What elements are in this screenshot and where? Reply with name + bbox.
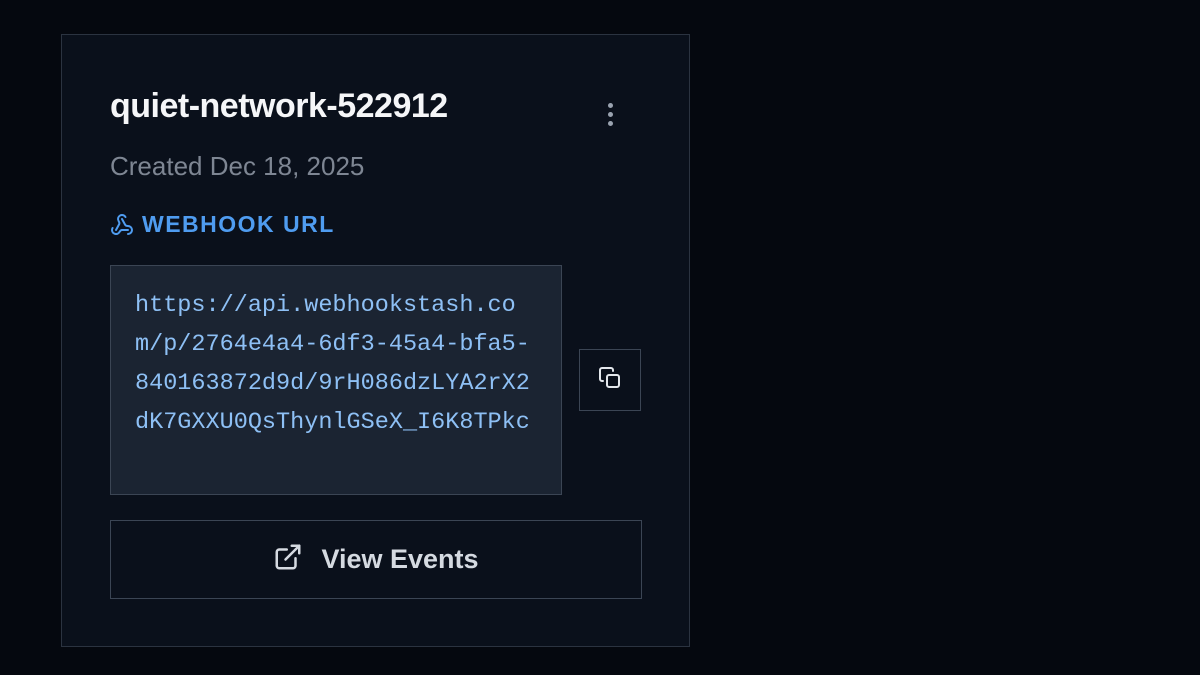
external-link-icon bbox=[273, 542, 303, 577]
webhook-icon bbox=[110, 213, 134, 237]
copy-url-button[interactable] bbox=[579, 349, 641, 411]
copy-icon bbox=[598, 366, 622, 395]
webhook-url-text[interactable]: https://api.webhookstash.com/p/2764e4a4-… bbox=[135, 286, 537, 442]
endpoint-title: quiet-network-522912 bbox=[110, 87, 448, 125]
view-events-label: View Events bbox=[321, 544, 479, 574]
webhook-url-heading: WEBHOOK URL bbox=[110, 211, 335, 238]
webhook-url-label: WEBHOOK URL bbox=[142, 211, 335, 237]
created-date: Created Dec 18, 2025 bbox=[110, 151, 365, 181]
more-options-button[interactable] bbox=[597, 99, 623, 129]
view-events-button[interactable]: View Events bbox=[110, 520, 642, 599]
endpoint-card: quiet-network-522912 Created Dec 18, 202… bbox=[61, 34, 690, 647]
webhook-url-box[interactable]: https://api.webhookstash.com/p/2764e4a4-… bbox=[110, 265, 562, 495]
more-vertical-icon bbox=[607, 102, 613, 108]
